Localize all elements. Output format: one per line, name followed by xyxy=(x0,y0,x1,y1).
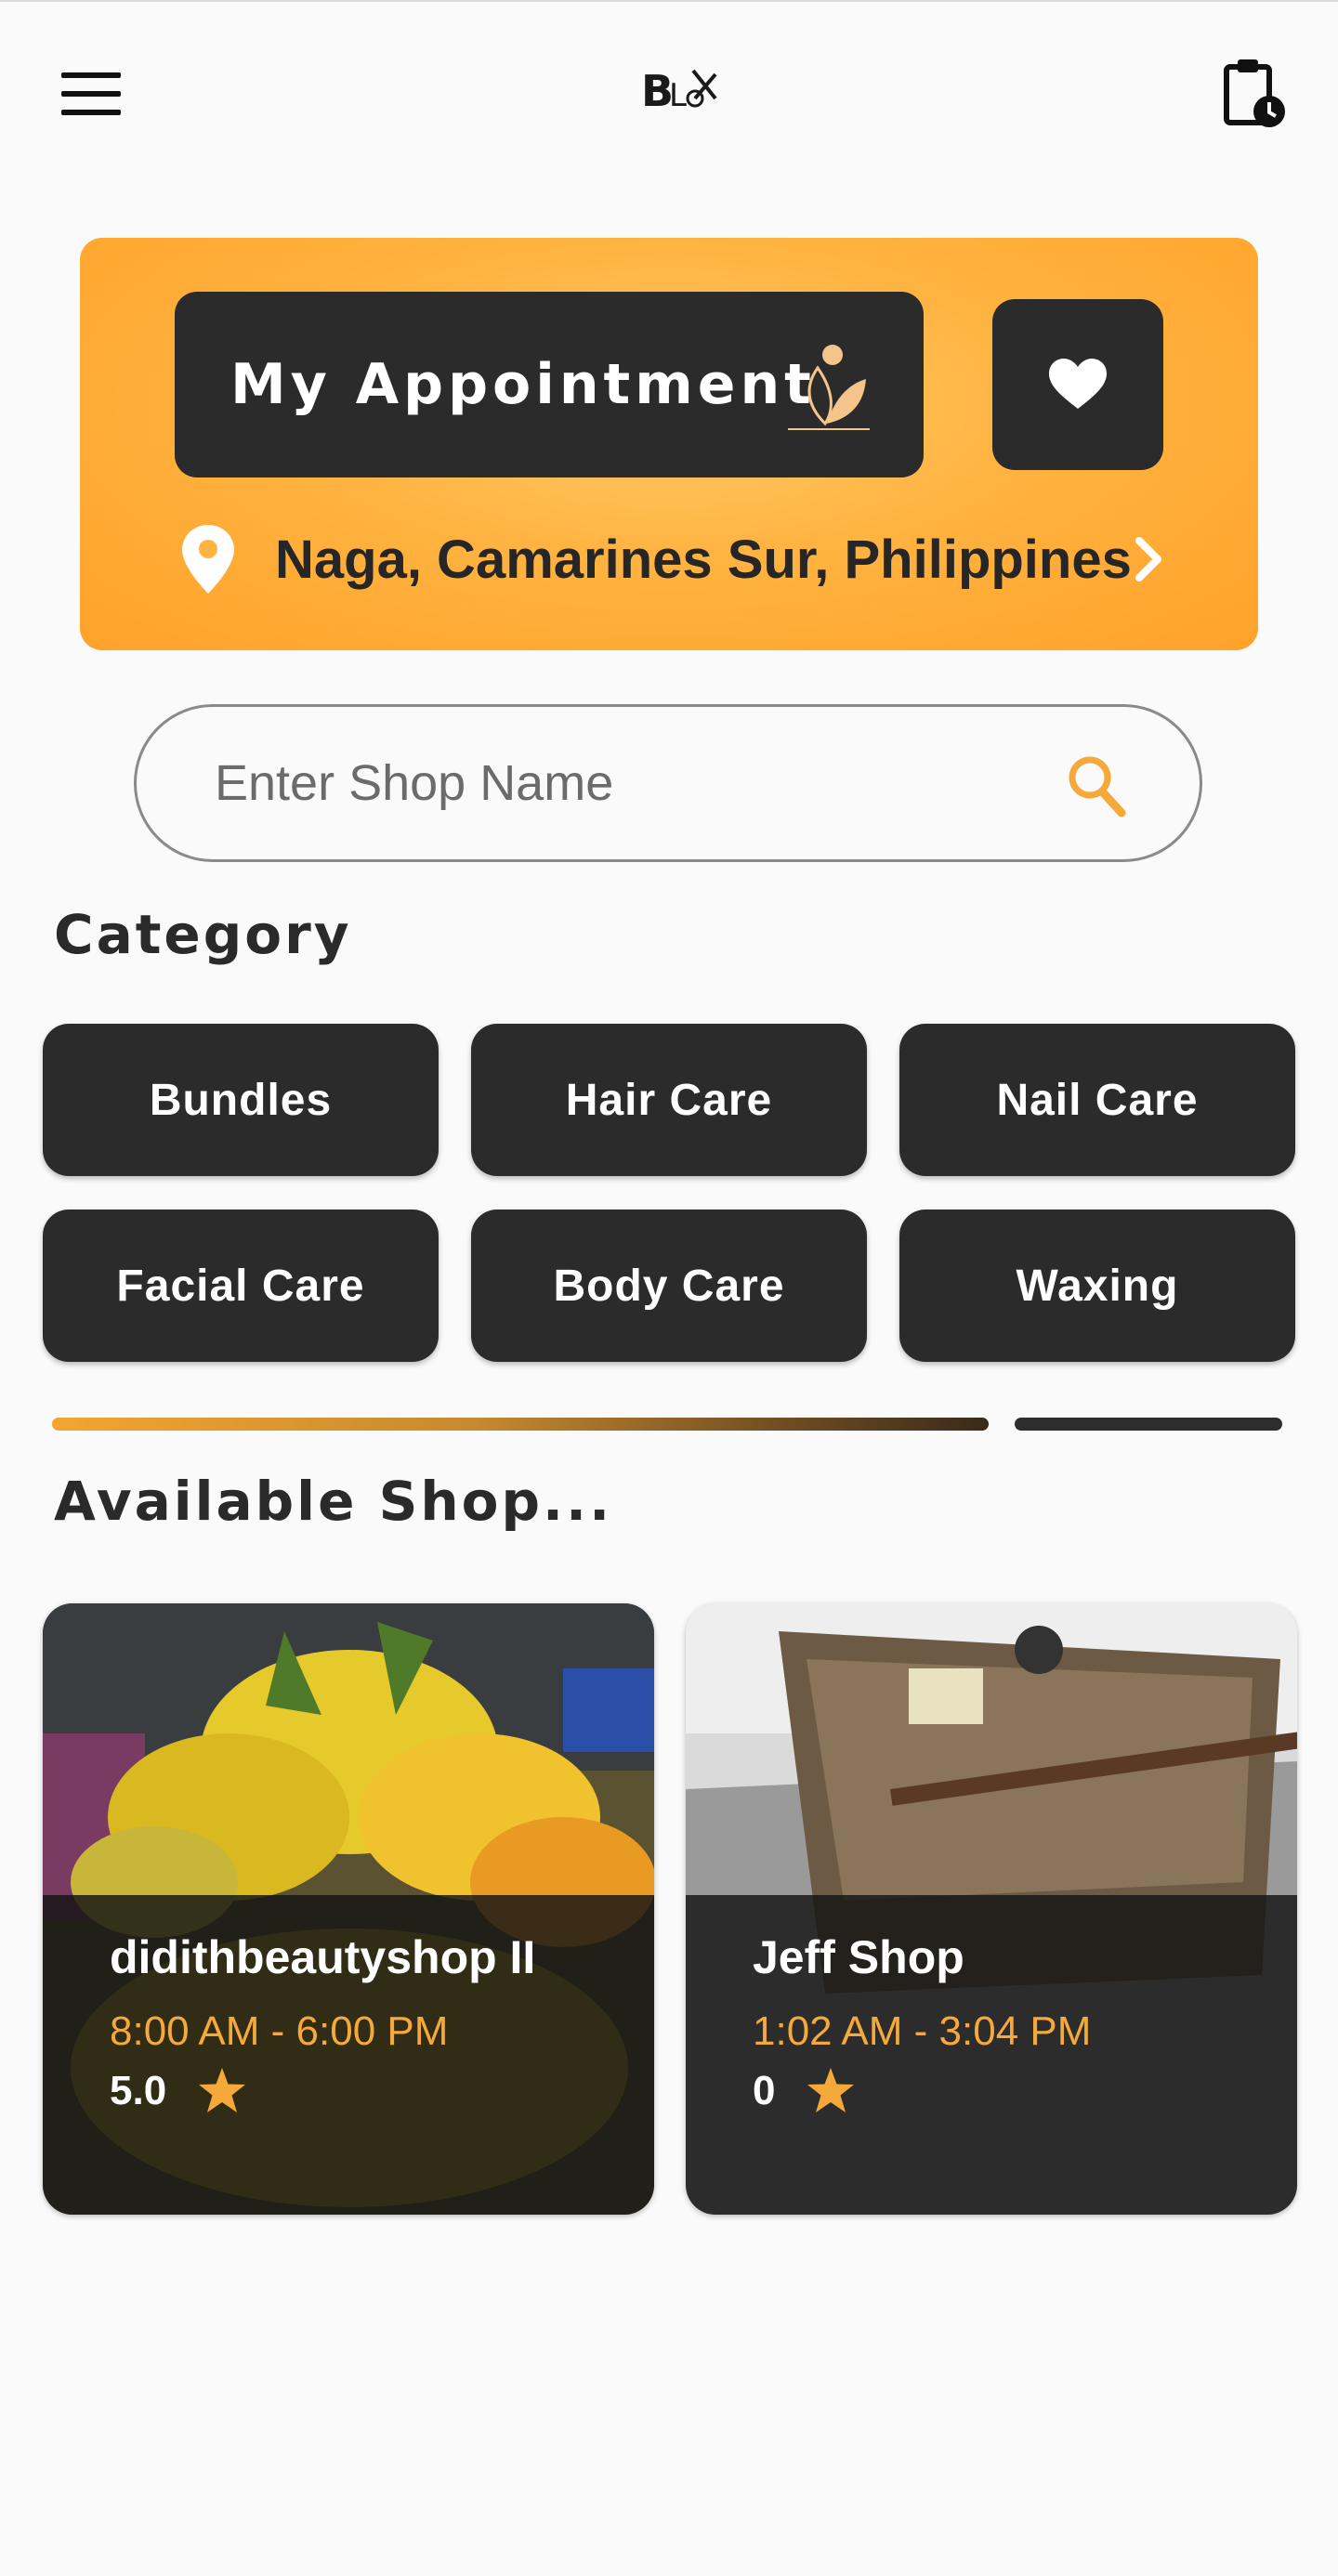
leaf-icon xyxy=(769,340,872,433)
shop-name: didithbeautyshop II xyxy=(110,1931,536,1983)
location-text: Naga, Camarines Sur, Philippines xyxy=(275,529,1132,590)
star-icon xyxy=(807,2068,855,2112)
my-appointment-label: My Appointment xyxy=(230,352,816,417)
menu-icon[interactable] xyxy=(61,72,121,115)
search-icon[interactable] xyxy=(1066,753,1127,818)
app-logo: B L xyxy=(637,61,721,121)
shop-rating: 0 xyxy=(753,2068,855,2114)
svg-text:L: L xyxy=(669,77,687,114)
category-hair-care[interactable]: Hair Care xyxy=(471,1024,867,1176)
chevron-right-icon xyxy=(1135,537,1161,582)
category-scroll-indicator[interactable] xyxy=(52,1418,989,1431)
shop-hours: 8:00 AM - 6:00 PM xyxy=(110,2008,449,2054)
star-icon xyxy=(199,2068,246,2112)
shop-card[interactable]: Jeff Shop 1:02 AM - 3:04 PM 0 xyxy=(686,1603,1297,2215)
history-clipboard-icon[interactable] xyxy=(1219,56,1286,130)
category-nail-care[interactable]: Nail Care xyxy=(899,1024,1295,1176)
shop-hours: 1:02 AM - 3:04 PM xyxy=(753,2008,1092,2054)
available-shops-title: Available Shop... xyxy=(54,1470,613,1533)
shop-name: Jeff Shop xyxy=(753,1931,964,1983)
category-waxing[interactable]: Waxing xyxy=(899,1210,1295,1362)
category-scroll-indicator-secondary[interactable] xyxy=(1015,1418,1282,1431)
rating-value: 5.0 xyxy=(110,2068,167,2113)
favorites-button[interactable] xyxy=(992,299,1163,470)
location-selector[interactable]: Naga, Camarines Sur, Philippines xyxy=(182,522,1167,596)
shop-card[interactable]: didithbeautyshop II 8:00 AM - 6:00 PM 5.… xyxy=(43,1603,654,2215)
category-body-care[interactable]: Body Care xyxy=(471,1210,867,1362)
category-title: Category xyxy=(54,903,352,966)
my-appointment-button[interactable]: My Appointment xyxy=(175,292,924,477)
shop-search-field[interactable] xyxy=(134,704,1202,862)
shop-rating: 5.0 xyxy=(110,2068,246,2114)
category-bundles[interactable]: Bundles xyxy=(43,1024,439,1176)
search-input[interactable] xyxy=(213,753,1016,813)
category-facial-care[interactable]: Facial Care xyxy=(43,1210,439,1362)
location-pin-icon xyxy=(182,525,234,594)
rating-value: 0 xyxy=(753,2068,776,2113)
heart-icon xyxy=(1049,359,1107,409)
